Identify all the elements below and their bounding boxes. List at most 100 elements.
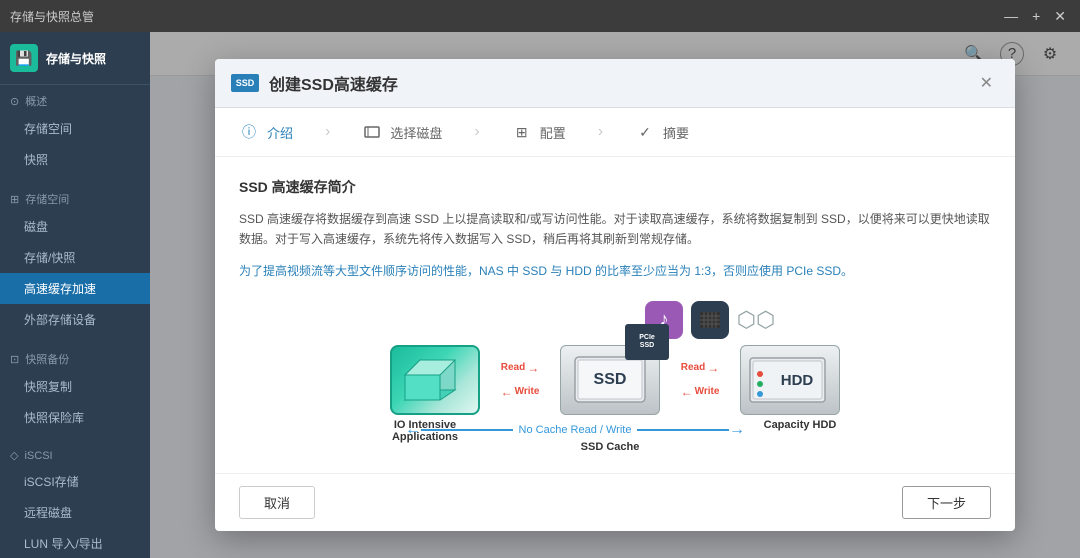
no-cache-arrow-right: →	[729, 421, 745, 439]
dialog-overlay: SSD 创建SSD高速缓存 ✕ ⓘ 介绍 ›	[150, 32, 1080, 558]
dialog-body: SSD 高速缓存简介 SSD 高速缓存将数据缓存到高速 SSD 上以提高读取和/…	[215, 157, 1015, 473]
sidebar-item-iscsi-storage[interactable]: iSCSI存储	[0, 466, 150, 497]
sidebar-section-snapbackup[interactable]: ⊡ 快照备份	[0, 343, 150, 371]
iscsi-icon: ◇	[10, 449, 18, 462]
arrow-write-bottom: ← Write	[480, 386, 560, 398]
sidebar-item-cache[interactable]: 高速缓存加速	[0, 273, 150, 304]
dialog-title: 创建SSD高速缓存	[269, 71, 398, 95]
write-arrow-left-2: ←	[681, 386, 693, 398]
dialog: SSD 创建SSD高速缓存 ✕ ⓘ 介绍 ›	[215, 59, 1015, 531]
sidebar-item-lun[interactable]: LUN 导入/导出	[0, 528, 150, 558]
step-divider-1: ›	[325, 123, 330, 141]
step-select-disk[interactable]: 选择磁盘	[362, 122, 442, 142]
sidebar-logo-text: 存储与快照	[46, 50, 106, 67]
next-button[interactable]: 下一步	[902, 486, 991, 519]
dialog-header-left: SSD 创建SSD高速缓存	[231, 71, 398, 95]
read-arrow-right-2: →	[707, 362, 719, 374]
arrow-read-top: Read →	[480, 362, 560, 374]
main-area: 🔍 ? ⚙ SSD 创建SSD高速缓存 ✕	[150, 32, 1080, 558]
diagram: ♪ ⬡⬡	[239, 301, 991, 453]
sidebar-item-snapshot[interactable]: 快照	[0, 144, 150, 175]
app-title: 存储与快照总管	[10, 8, 94, 25]
title-bar-controls: — + ✕	[1000, 8, 1070, 25]
sidebar-item-storage-snap[interactable]: 存储/快照	[0, 242, 150, 273]
close-button[interactable]: ✕	[1050, 8, 1070, 25]
no-cache-text: No Cache Read / Write	[513, 424, 638, 436]
dialog-header-icon: SSD	[231, 74, 259, 92]
capacity-hdd-label: Capacity HDD	[750, 419, 850, 431]
steps-bar: ⓘ 介绍 › 选择磁盘 › ⊞ 配置	[215, 108, 1015, 157]
step-intro[interactable]: ⓘ 介绍	[239, 122, 293, 142]
sidebar-item-snap-vault[interactable]: 快照保险库	[0, 402, 150, 433]
pcie-chip: PCIeSSD	[625, 324, 669, 360]
step-summary-icon: ✓	[635, 122, 655, 142]
app-icons-row: ♪ ⬡⬡	[259, 301, 971, 339]
read-arrow-right: →	[527, 362, 539, 374]
write-label: Write	[515, 386, 540, 397]
io-box-inner	[400, 355, 470, 405]
dialog-close-button[interactable]: ✕	[974, 71, 999, 95]
sidebar-item-disk[interactable]: 磁盘	[0, 211, 150, 242]
step-config[interactable]: ⊞ 配置	[512, 122, 566, 142]
dialog-header: SSD 创建SSD高速缓存 ✕	[215, 59, 1015, 108]
step-config-label: 配置	[540, 123, 566, 142]
step-select-disk-label: 选择磁盘	[390, 123, 442, 142]
step-intro-icon: ⓘ	[239, 122, 259, 142]
storage-section-icon: ⊞	[10, 193, 19, 206]
hdd-block: HDD	[740, 345, 840, 415]
step-summary-label: 摘要	[663, 123, 689, 142]
minimize-button[interactable]: —	[1000, 8, 1022, 25]
no-cache-arrow-container: ← No Cache Read / Write →	[405, 421, 745, 439]
io-block	[390, 345, 480, 415]
video-app-icon	[691, 301, 729, 339]
io-box	[390, 345, 480, 415]
sidebar-item-snap-copy[interactable]: 快照复制	[0, 371, 150, 402]
step-select-disk-icon	[362, 122, 382, 142]
app-window: 存储与快照总管 — + ✕ 💾 存储与快照 ⊙ 概述 存储空间 快照 ⊞ 存储空	[0, 0, 1080, 558]
sidebar-item-remote-disk[interactable]: 远程磁盘	[0, 497, 150, 528]
svg-text:HDD: HDD	[781, 372, 814, 389]
cancel-button[interactable]: 取消	[239, 486, 315, 519]
sidebar-logo: 💾 存储与快照	[0, 32, 150, 85]
sidebar-section-iscsi[interactable]: ◇ iSCSI	[0, 441, 150, 466]
read-label-2: Read	[681, 362, 705, 373]
ssd-cache-label: SSD Cache	[581, 441, 640, 453]
ssd-box: PCIeSSD SSD	[560, 345, 660, 415]
hdd-box: HDD	[740, 345, 840, 415]
write-label-2: Write	[695, 386, 720, 397]
title-bar: 存储与快照总管 — + ✕	[0, 0, 1080, 32]
bottom-section: IO Intensive Applications ← No	[259, 419, 971, 453]
overview-icon: ⊙	[10, 95, 19, 108]
no-cache-line	[421, 429, 513, 431]
app-content: 💾 存储与快照 ⊙ 概述 存储空间 快照 ⊞ 存储空间 磁盘 存储/快照 高速缓…	[0, 32, 1080, 558]
iscsi-label: iSCSI	[24, 450, 52, 462]
cubes-icon: ⬡⬡	[737, 301, 775, 339]
sidebar-logo-icon: 💾	[10, 44, 38, 72]
description-text: SSD 高速缓存将数据缓存到高速 SSD 上以提高读取和/或写访问性能。对于读取…	[239, 209, 991, 250]
dialog-footer: 取消 下一步	[215, 473, 1015, 531]
svg-text:SSD: SSD	[594, 371, 627, 388]
arrow-read-ssd-hdd: Read →	[660, 362, 740, 374]
maximize-button[interactable]: +	[1028, 8, 1044, 25]
sidebar: 💾 存储与快照 ⊙ 概述 存储空间 快照 ⊞ 存储空间 磁盘 存储/快照 高速缓…	[0, 32, 150, 558]
step-divider-2: ›	[474, 123, 479, 141]
title-bar-left: 存储与快照总管	[10, 8, 94, 25]
step-config-icon: ⊞	[512, 122, 532, 142]
overview-label: 概述	[25, 93, 47, 109]
sidebar-section-storage[interactable]: ⊞ 存储空间	[0, 183, 150, 211]
sidebar-item-storage-space[interactable]: 存储空间	[0, 113, 150, 144]
sidebar-item-external[interactable]: 外部存储设备	[0, 304, 150, 335]
no-cache-line-2	[637, 429, 729, 431]
ssd-label-section: ← No Cache Read / Write → SSD Cache	[470, 419, 750, 453]
snapbackup-icon: ⊡	[10, 353, 19, 366]
arrow-write-ssd-hdd: ← Write	[660, 386, 740, 398]
warning-text: 为了提高视频流等大型文件顺序访问的性能，NAS 中 SSD 与 HDD 的比率至…	[239, 262, 991, 281]
read-label: Read	[501, 362, 525, 373]
diagram-boxes-row: Read → ← Write	[259, 345, 971, 415]
arrow-io-ssd: Read → ← Write	[480, 362, 560, 398]
step-summary[interactable]: ✓ 摘要	[635, 122, 689, 142]
step-intro-label: 介绍	[267, 123, 293, 142]
hdd-label: Capacity HDD	[750, 419, 850, 431]
sidebar-section-overview[interactable]: ⊙ 概述	[0, 85, 150, 113]
write-arrow-left: ←	[501, 386, 513, 398]
